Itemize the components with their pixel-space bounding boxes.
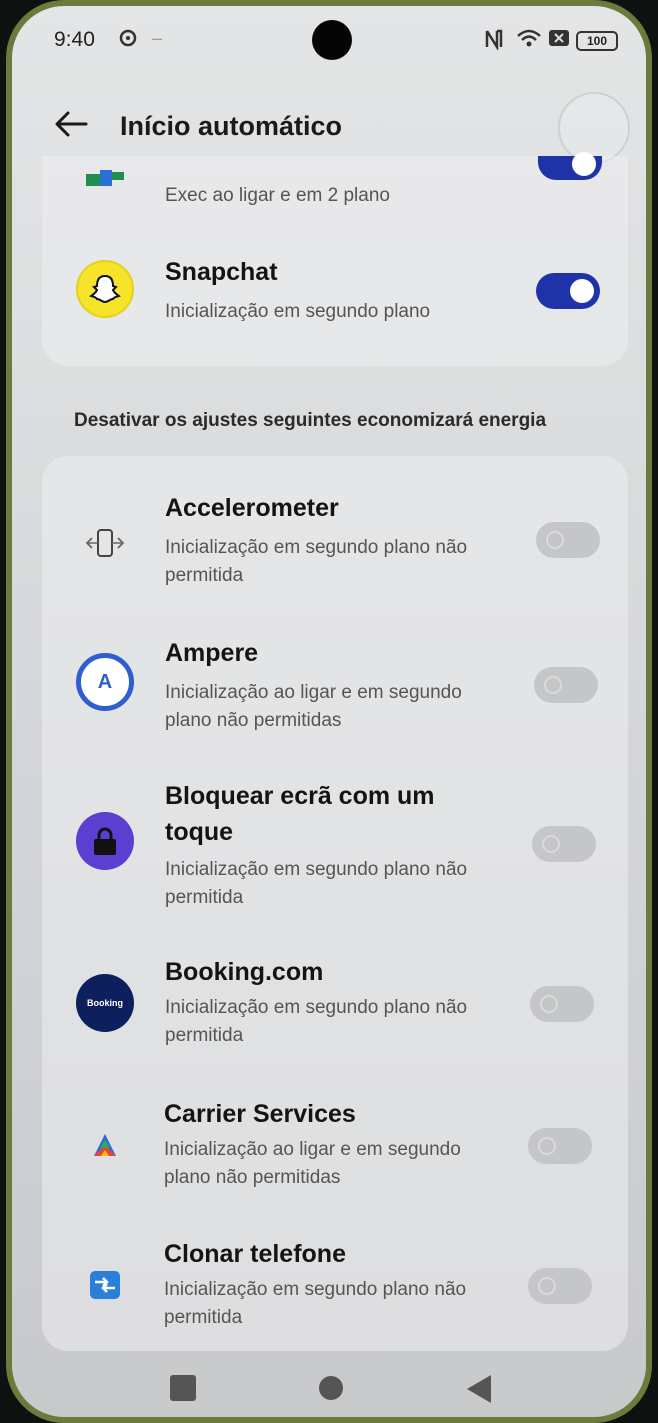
wifi-icon: [516, 28, 542, 53]
background-toggle[interactable]: [534, 667, 598, 703]
battery-icon: 100: [576, 31, 618, 51]
list-item-clone-phone[interactable]: Clonar telefone Inicialização em segundo…: [42, 1236, 628, 1346]
app-desc: Inicialização em segundo plano não permi…: [164, 1279, 467, 1328]
app-name: Accelerometer: [165, 494, 339, 522]
ampere-letter: A: [97, 670, 113, 693]
page-title: Início automático: [120, 111, 343, 141]
background-toggle[interactable]: [532, 826, 596, 862]
app-desc: Exec ao ligar e em 2 plano: [165, 185, 390, 206]
maps-icon: [84, 168, 128, 188]
status-bar: 9:40 – 100: [12, 6, 646, 76]
dash-icon: –: [152, 28, 163, 48]
list-item-ampere[interactable]: A Ampere Inicialização ao ligar e em seg…: [42, 631, 628, 741]
puzzle-icon: [76, 1116, 134, 1174]
background-toggle[interactable]: [528, 1268, 592, 1304]
app-desc: Inicialização ao ligar e em segundo plan…: [164, 1139, 461, 1188]
booking-logo-text: Booking: [87, 998, 123, 1008]
back-triangle-icon[interactable]: [467, 1375, 491, 1403]
app-name: Carrier Services: [164, 1100, 356, 1128]
status-time: 9:40: [54, 28, 95, 51]
lock-icon: [76, 812, 134, 870]
app-desc: Inicialização em segundo plano não permi…: [165, 997, 468, 1046]
app-desc: Inicialização em segundo plano: [165, 301, 431, 322]
battery-level: 100: [586, 34, 608, 48]
recents-square-icon[interactable]: [170, 1375, 196, 1401]
list-item-snapchat[interactable]: Snapchat Inicialização em segundo plano: [42, 246, 628, 346]
home-circle-icon[interactable]: [319, 1376, 343, 1400]
app-name: Booking.com: [165, 958, 324, 986]
phone-rotate-icon: [76, 514, 134, 572]
screen: 9:40 – 100 Início automático Exec ao lig…: [12, 6, 646, 1417]
nfc-icon: [484, 28, 504, 55]
ampere-icon: A: [76, 653, 134, 711]
disabled-apps-card: Accelerometer Inicialização em segundo p…: [42, 456, 628, 1351]
app-desc: Inicialização ao ligar e em segundo plan…: [165, 682, 462, 731]
app-name: Ampere: [165, 639, 259, 667]
list-item-carrier-services[interactable]: Carrier Services Inicialização ao ligar …: [42, 1096, 628, 1206]
sim-icon: [548, 28, 570, 53]
app-name: Clonar telefone: [164, 1240, 346, 1268]
back-arrow-icon[interactable]: [52, 104, 92, 144]
list-item-booking[interactable]: Booking Booking.com Inicialização em seg…: [42, 954, 628, 1064]
background-toggle[interactable]: [530, 986, 594, 1022]
navigation-bar: [12, 1351, 646, 1417]
app-header: Início automático: [12, 92, 646, 164]
background-toggle[interactable]: [536, 522, 600, 558]
app-desc: Inicialização em segundo plano não permi…: [165, 537, 468, 586]
background-toggle[interactable]: [538, 152, 602, 180]
app-name: Snapchat: [165, 258, 278, 286]
settings-cog-icon: [118, 28, 138, 53]
enabled-apps-card: Exec ao ligar e em 2 plano Snapchat Inic…: [42, 152, 628, 366]
floating-assist-button[interactable]: [558, 92, 630, 164]
booking-icon: Booking: [76, 974, 134, 1032]
list-item-lock-screen[interactable]: Bloquear ecrã com um toque Inicialização…: [42, 776, 628, 916]
app-name: Bloquear ecrã com um toque: [165, 782, 435, 846]
list-item[interactable]: Exec ao ligar e em 2 plano: [42, 152, 628, 216]
front-camera: [312, 20, 352, 60]
list-item-accelerometer[interactable]: Accelerometer Inicialização em segundo p…: [42, 486, 628, 596]
clone-arrows-icon: [76, 1256, 134, 1314]
section-caption: Desativar os ajustes seguintes economiza…: [74, 410, 547, 431]
app-desc: Inicialização em segundo plano não permi…: [165, 859, 468, 908]
background-toggle[interactable]: [528, 1128, 592, 1164]
snapchat-ghost-icon: [76, 260, 134, 318]
phone-frame: 9:40 – 100 Início automático Exec ao lig…: [6, 0, 652, 1423]
background-toggle[interactable]: [536, 273, 600, 309]
